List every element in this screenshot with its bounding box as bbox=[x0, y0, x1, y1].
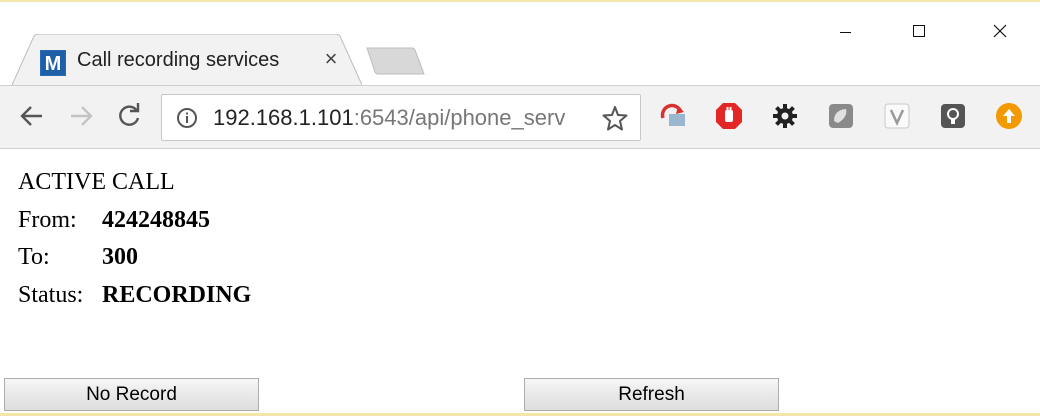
reload-button[interactable] bbox=[112, 99, 146, 133]
red-arrow-extension-icon[interactable] bbox=[659, 101, 689, 131]
gear-icon[interactable] bbox=[770, 101, 800, 131]
status-row: Status: RECORDING bbox=[18, 279, 251, 317]
address-bar[interactable]: 192.168.1.101:6543/api/phone_serv bbox=[161, 94, 641, 141]
tab-title: Call recording services bbox=[77, 49, 280, 71]
arrow-left-icon bbox=[20, 106, 42, 126]
lightbulb-extension-icon[interactable] bbox=[938, 101, 968, 131]
to-label: To: bbox=[18, 244, 50, 270]
minimize-button[interactable] bbox=[822, 14, 868, 48]
minimize-icon bbox=[839, 31, 851, 33]
forward-button[interactable] bbox=[64, 99, 98, 133]
new-tab-icon bbox=[366, 47, 425, 75]
favicon-icon: M bbox=[40, 50, 66, 76]
from-label: From: bbox=[18, 206, 77, 233]
back-button[interactable] bbox=[15, 99, 49, 133]
info-icon bbox=[177, 108, 197, 128]
adblock-hand-icon[interactable] bbox=[714, 101, 744, 131]
star-icon[interactable] bbox=[602, 105, 628, 131]
orange-upload-icon[interactable] bbox=[994, 101, 1024, 131]
arrow-right-icon bbox=[71, 106, 93, 126]
to-row: To: 300 bbox=[18, 241, 251, 279]
status-value: RECORDING bbox=[102, 281, 252, 308]
url-path: :6543/api/phone_serv bbox=[353, 105, 566, 130]
grey-square-extension-icon[interactable] bbox=[826, 101, 856, 131]
close-window-button[interactable] bbox=[977, 14, 1023, 48]
status-label: Status: bbox=[18, 281, 84, 308]
from-value: 424248845 bbox=[102, 206, 210, 233]
tab-close-button[interactable]: × bbox=[320, 48, 342, 70]
tab-call-recording[interactable]: M Call recording services × bbox=[12, 34, 362, 86]
call-heading: ACTIVE CALL bbox=[18, 169, 175, 195]
maximize-button[interactable] bbox=[896, 14, 942, 48]
new-tab-button[interactable] bbox=[366, 46, 426, 76]
shield-badge-extension-icon[interactable] bbox=[882, 101, 912, 131]
call-info: ACTIVE CALL From: 424248845 To: 300 Status… bbox=[18, 166, 251, 316]
refresh-button[interactable]: Refresh bbox=[524, 378, 779, 411]
toolbar: 192.168.1.101:6543/api/phone_serv bbox=[0, 85, 1040, 149]
from-row: From: 424248845 bbox=[18, 204, 251, 242]
to-value: 300 bbox=[102, 244, 138, 270]
close-icon bbox=[993, 24, 1007, 38]
reload-icon bbox=[119, 103, 140, 126]
url-host: 192.168.1.101 bbox=[213, 105, 354, 130]
url-text: 192.168.1.101:6543/api/phone_serv bbox=[213, 105, 593, 131]
maximize-icon bbox=[913, 25, 925, 37]
no-record-button[interactable]: No Record bbox=[4, 378, 259, 411]
